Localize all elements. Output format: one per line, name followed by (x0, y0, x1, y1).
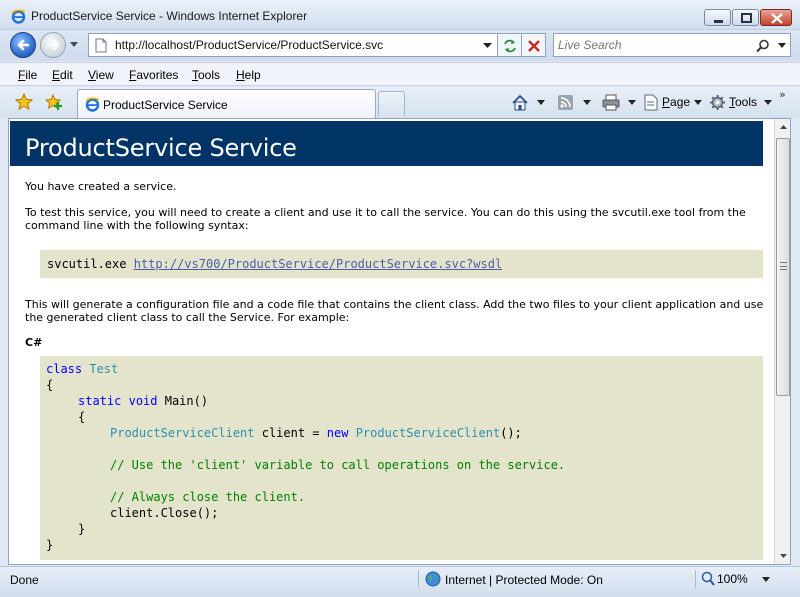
tab-bar: ProductService Service Page Tools » (0, 87, 800, 118)
code-line-class: class Test (46, 362, 119, 376)
back-button[interactable] (10, 32, 36, 58)
search-box[interactable] (553, 33, 791, 57)
zoom-dropdown-icon[interactable] (762, 577, 770, 582)
internet-explorer-icon (85, 97, 100, 112)
page-menu-button[interactable]: Page (662, 95, 690, 109)
page-title: ProductService Service (25, 134, 297, 162)
tab-label: ProductService Service (103, 98, 228, 112)
arrow-right-icon (47, 39, 60, 51)
status-separator (695, 570, 696, 588)
content-frame: ProductService Service You have created … (8, 118, 791, 565)
page-icon (95, 38, 107, 53)
intro-text: You have created a service. (25, 180, 177, 193)
tools-dropdown-icon[interactable] (764, 100, 772, 105)
gear-icon[interactable] (709, 94, 726, 111)
forward-button[interactable] (40, 32, 66, 58)
window-title: ProductService Service - Windows Interne… (31, 9, 308, 23)
scroll-up-icon[interactable] (775, 119, 791, 136)
add-favorite-icon[interactable] (45, 93, 63, 111)
search-input[interactable] (558, 37, 748, 53)
code-line-comment-use: // Use the 'client' variable to call ope… (110, 458, 566, 472)
address-bar[interactable]: http://localhost/ProductService/ProductS… (88, 33, 498, 57)
stop-icon (528, 40, 540, 52)
arrow-left-icon (17, 39, 30, 51)
svcutil-command-box: svcutil.exe http://vs700/ProductService/… (40, 250, 763, 278)
generate-instructions: This will generate a configuration file … (25, 298, 764, 324)
scrollbar-grip (780, 262, 787, 270)
maximize-button[interactable] (732, 9, 759, 26)
address-url[interactable]: http://localhost/ProductService/ProductS… (115, 38, 383, 52)
magnifier-icon[interactable] (701, 571, 715, 587)
navigation-bar: http://localhost/ProductService/ProductS… (0, 30, 800, 61)
svcutil-command-name: svcutil.exe (47, 257, 127, 271)
close-window-button[interactable] (760, 9, 792, 26)
stop-button[interactable] (522, 33, 546, 57)
menu-file[interactable]: File (18, 68, 37, 82)
code-sample: class Test { static void Main() { Produc… (40, 356, 763, 560)
status-separator (418, 570, 419, 588)
recent-pages-dropdown-icon[interactable] (70, 42, 78, 48)
tab-productservice[interactable]: ProductService Service (77, 89, 376, 118)
vertical-scrollbar[interactable] (774, 119, 791, 564)
menu-favorites[interactable]: Favorites (129, 68, 178, 82)
status-text: Done (10, 573, 39, 587)
code-line-comment-close: // Always close the client. (110, 490, 306, 504)
svcutil-command: svcutil.exe http://vs700/ProductService/… (47, 257, 502, 271)
search-options-dropdown-icon[interactable] (778, 43, 786, 48)
print-dropdown-icon[interactable] (628, 100, 636, 105)
menu-bar: File Edit View Favorites Tools Help (0, 62, 800, 86)
tools-menu-button[interactable]: Tools (729, 95, 757, 109)
code-line-close-call: client.Close(); (110, 506, 219, 520)
menu-tools[interactable]: Tools (192, 68, 220, 82)
new-tab-button[interactable] (378, 91, 405, 116)
code-line-inner-open: { (78, 410, 86, 424)
search-icon[interactable] (756, 39, 770, 53)
status-bar: Done Internet | Protected Mode: On 100% (0, 566, 800, 597)
chevron-down-icon[interactable] (483, 43, 492, 49)
code-line-main: static void Main() (78, 394, 209, 408)
security-zone-text[interactable]: Internet | Protected Mode: On (445, 573, 603, 587)
toolbar-overflow-chevron[interactable]: » (779, 88, 786, 101)
home-dropdown-icon[interactable] (537, 100, 545, 105)
language-label: C# (25, 336, 43, 349)
close-icon (771, 13, 783, 24)
title-bar: ProductService Service - Windows Interne… (0, 0, 800, 30)
scrollbar-thumb[interactable] (776, 138, 790, 396)
page-dropdown-icon[interactable] (694, 100, 702, 105)
scroll-down-icon[interactable] (775, 547, 791, 564)
home-icon[interactable] (511, 94, 529, 112)
menu-view[interactable]: View (88, 68, 114, 82)
page-content: ProductService Service You have created … (9, 119, 774, 564)
code-line-inner-close: } (78, 522, 86, 536)
test-instructions: To test this service, you will need to c… (25, 206, 746, 232)
refresh-button[interactable] (498, 33, 522, 57)
menu-edit[interactable]: Edit (52, 68, 73, 82)
globe-icon (425, 571, 441, 587)
maximize-icon (741, 13, 752, 23)
wsdl-link[interactable]: http://vs700/ProductService/ProductServi… (134, 257, 502, 271)
refresh-icon (504, 39, 516, 53)
minimize-icon (714, 20, 723, 23)
menu-help[interactable]: Help (236, 68, 261, 82)
code-line-close-brace: } (46, 538, 54, 552)
minimize-button[interactable] (704, 9, 731, 26)
heading-band: ProductService Service (10, 121, 763, 166)
internet-explorer-icon (11, 9, 26, 24)
feeds-dropdown-icon[interactable] (583, 100, 591, 105)
code-line-open-brace: { (46, 378, 54, 392)
rss-feed-icon[interactable] (557, 94, 574, 111)
zoom-level[interactable]: 100% (717, 572, 748, 586)
code-line-client: ProductServiceClient client = new Produc… (110, 426, 522, 440)
printer-icon[interactable] (602, 94, 620, 111)
favorites-star-icon[interactable] (15, 93, 33, 111)
page-menu-icon[interactable] (643, 94, 659, 111)
